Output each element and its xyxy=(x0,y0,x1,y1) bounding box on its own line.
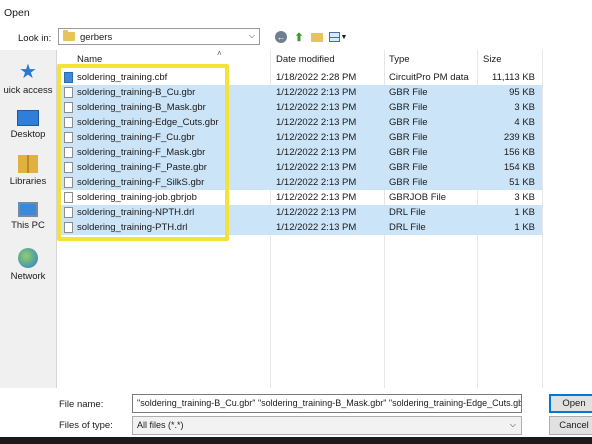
back-button[interactable]: ← xyxy=(273,29,289,45)
up-folder-icon: ⬆ xyxy=(294,31,304,44)
file-size-cell: 3 KB xyxy=(514,192,535,203)
open-button[interactable]: Open xyxy=(549,394,592,413)
file-type-cell: GBR File xyxy=(389,132,428,143)
file-date-cell: 1/12/2022 2:13 PM xyxy=(276,177,357,188)
sidebar-item-network[interactable]: Network xyxy=(0,248,56,282)
look-in-dropdown[interactable]: gerbers ⌵ xyxy=(58,28,260,45)
sidebar-item-label: This PC xyxy=(11,220,45,231)
taskbar xyxy=(0,437,592,444)
column-header-type[interactable]: Type xyxy=(389,54,410,65)
file-date-cell: 1/12/2022 2:13 PM xyxy=(276,117,357,128)
file-date-cell: 1/12/2022 2:13 PM xyxy=(276,147,357,158)
network-icon xyxy=(18,248,38,268)
file-date-cell: 1/12/2022 2:13 PM xyxy=(276,222,357,233)
file-size-cell: 51 KB xyxy=(509,177,535,188)
file-size-cell: 154 KB xyxy=(503,162,535,173)
new-folder-icon xyxy=(311,32,323,42)
column-header-size[interactable]: Size xyxy=(483,54,501,65)
column-header-date[interactable]: Date modified xyxy=(276,54,335,65)
views-menu-icon xyxy=(328,32,340,42)
sidebar-item-label: Desktop xyxy=(10,129,46,140)
file-type-value: All files (*.*) xyxy=(137,420,184,430)
file-size-cell: 156 KB xyxy=(503,147,535,158)
chevron-down-icon: ⌵ xyxy=(509,420,516,429)
up-folder-button[interactable]: ⬆ xyxy=(291,29,307,45)
file-type-cell: GBR File xyxy=(389,102,428,113)
sidebar-item-label: Network xyxy=(10,271,46,282)
views-menu-button[interactable]: ▼ xyxy=(327,29,349,45)
file-date-cell: 1/12/2022 2:13 PM xyxy=(276,102,357,113)
file-size-cell: 1 KB xyxy=(514,207,535,218)
file-type-cell: GBR File xyxy=(389,177,428,188)
file-type-cell: GBRJOB File xyxy=(389,192,447,203)
file-date-cell: 1/12/2022 2:13 PM xyxy=(276,207,357,218)
computer-icon xyxy=(18,202,38,217)
file-date-cell: 1/12/2022 2:13 PM xyxy=(276,87,357,98)
sidebar-item-label: uick access xyxy=(3,85,53,96)
cancel-button[interactable]: Cancel xyxy=(549,416,592,435)
file-type-cell: GBR File xyxy=(389,162,428,173)
file-size-cell: 11,113 KB xyxy=(492,72,535,83)
file-type-cell: DRL File xyxy=(389,222,426,233)
file-size-cell: 3 KB xyxy=(514,102,535,113)
sidebar-item-libraries[interactable]: Libraries xyxy=(0,155,56,187)
file-date-cell: 1/12/2022 2:13 PM xyxy=(276,162,357,173)
file-name-label: File name: xyxy=(59,399,104,410)
file-type-cell: GBR File xyxy=(389,117,428,128)
column-divider[interactable] xyxy=(542,50,543,388)
file-size-cell: 95 KB xyxy=(509,87,535,98)
sidebar-item-quick-access[interactable]: ★ uick access xyxy=(0,62,56,96)
file-type-cell: CircuitPro PM data xyxy=(389,72,469,83)
file-type-select[interactable]: All files (*.*) ⌵ xyxy=(132,416,522,435)
sidebar-item-this-pc[interactable]: This PC xyxy=(0,202,56,231)
file-name-input[interactable]: "soldering_training-B_Cu.gbr" "soldering… xyxy=(132,394,522,413)
file-type-cell: DRL File xyxy=(389,207,426,218)
desktop-icon xyxy=(17,110,39,126)
look-in-value: gerbers xyxy=(80,32,113,43)
window-title: Open xyxy=(4,7,30,19)
star-icon: ★ xyxy=(19,61,37,83)
sidebar-item-desktop[interactable]: Desktop xyxy=(0,110,56,140)
file-type-label: Files of type: xyxy=(59,420,113,431)
file-date-cell: 1/12/2022 2:13 PM xyxy=(276,132,357,143)
file-size-cell: 239 KB xyxy=(503,132,535,143)
file-type-cell: GBR File xyxy=(389,87,428,98)
folder-icon xyxy=(63,30,75,41)
places-sidebar: ★ uick access Desktop Libraries This PC … xyxy=(0,50,57,388)
file-size-cell: 1 KB xyxy=(514,222,535,233)
file-date-cell: 1/18/2022 2:28 PM xyxy=(276,72,357,83)
look-in-label: Look in: xyxy=(18,33,52,44)
sort-ascending-icon: ˄ xyxy=(217,49,222,58)
sidebar-item-label: Libraries xyxy=(9,176,47,187)
libraries-icon xyxy=(18,155,38,173)
chevron-down-icon[interactable]: ⌵ xyxy=(249,31,255,41)
back-arrow-icon: ← xyxy=(275,31,287,43)
file-date-cell: 1/12/2022 2:13 PM xyxy=(276,192,357,203)
chevron-down-icon: ▼ xyxy=(340,33,348,41)
annotation-highlight-box xyxy=(57,64,229,241)
file-type-cell: GBR File xyxy=(389,147,428,158)
new-folder-button[interactable] xyxy=(309,29,325,45)
file-size-cell: 4 KB xyxy=(514,117,535,128)
